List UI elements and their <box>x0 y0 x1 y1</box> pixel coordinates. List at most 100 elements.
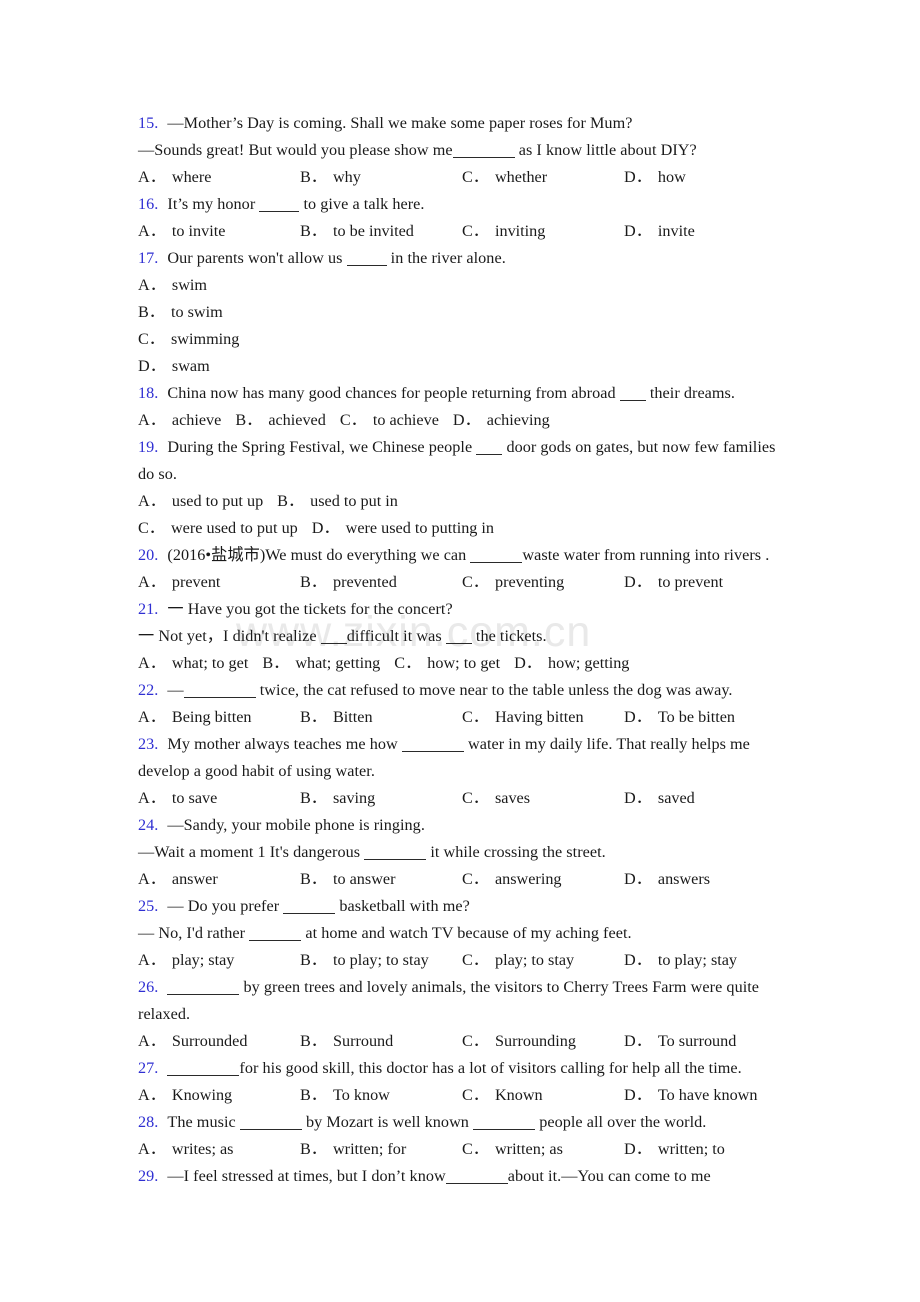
option-b[interactable]: B． used to put in <box>277 488 412 515</box>
option-b-text: To know <box>332 1086 390 1104</box>
option-d[interactable]: D． invite <box>624 218 695 245</box>
option-c[interactable]: C． inviting <box>462 218 624 245</box>
option-a-text: Being bitten <box>171 708 252 726</box>
option-d[interactable]: D． achieving <box>453 407 564 434</box>
option-d[interactable]: D． answers <box>624 866 710 893</box>
option-b[interactable]: B． saving <box>300 785 462 812</box>
question-17-options: A． swim B． to swim C． swimming D． swam <box>138 272 786 380</box>
answer-blank <box>167 1062 240 1076</box>
question-19-stem-head: During the Spring Festival, we Chinese p… <box>167 438 473 456</box>
option-b-text: written; for <box>332 1140 407 1158</box>
question-20-number: 20. <box>138 546 159 564</box>
answer-blank <box>183 684 256 698</box>
question-15-stem-1: —Mother’s Day is coming. Shall we make s… <box>167 114 633 132</box>
option-a[interactable]: A． achieve <box>138 407 235 434</box>
option-a[interactable]: A． to save <box>138 785 300 812</box>
option-b[interactable]: B． achieved <box>235 407 340 434</box>
answer-blank <box>476 441 503 455</box>
question-25-line-1: 25. — Do you prefer basketball with me? <box>138 893 786 920</box>
option-d[interactable]: D． how; getting <box>514 650 643 677</box>
option-c[interactable]: C． were used to put up <box>138 515 312 542</box>
question-15-number: 15. <box>138 114 159 132</box>
answer-blank <box>239 1116 302 1130</box>
option-a[interactable]: A． Surrounded <box>138 1028 300 1055</box>
option-c[interactable]: C． preventing <box>462 569 624 596</box>
option-b[interactable]: B． To know <box>300 1082 462 1109</box>
question-21-line-2: 一 Not yet，I didn't realize difficult it … <box>138 623 786 650</box>
option-c[interactable]: C． Having bitten <box>462 704 624 731</box>
option-c[interactable]: C． how; to get <box>394 650 514 677</box>
option-b[interactable]: B． why <box>300 164 462 191</box>
option-b[interactable]: B． what; getting <box>262 650 394 677</box>
option-b[interactable]: B． Surround <box>300 1028 462 1055</box>
question-28: 28. The music by Mozart is well known peo… <box>138 1109 786 1163</box>
option-b[interactable]: B． to be invited <box>300 218 462 245</box>
option-b[interactable]: B． to swim <box>138 299 786 326</box>
question-25-number: 25. <box>138 897 159 915</box>
option-a[interactable]: A． where <box>138 164 300 191</box>
option-b[interactable]: B． to play; to stay <box>300 947 462 974</box>
option-a[interactable]: A． Being bitten <box>138 704 300 731</box>
option-a[interactable]: A． writes; as <box>138 1136 300 1163</box>
question-25-line-2: — No, I'd rather at home and watch TV be… <box>138 920 786 947</box>
option-a[interactable]: A． to invite <box>138 218 300 245</box>
option-d-text: swam <box>171 357 210 375</box>
option-b[interactable]: B． prevented <box>300 569 462 596</box>
question-28-stem-head: The music <box>167 1113 236 1131</box>
option-d[interactable]: D． To surround <box>624 1028 736 1055</box>
option-c[interactable]: C． written; as <box>462 1136 624 1163</box>
option-b[interactable]: B． to answer <box>300 866 462 893</box>
option-d[interactable]: D． To be bitten <box>624 704 735 731</box>
question-16-stem-head: It’s my honor <box>167 195 256 213</box>
question-25-stem-1-head: — Do you prefer <box>167 897 280 915</box>
question-16: 16. It’s my honor to give a talk here. A．… <box>138 191 786 245</box>
option-d-text: answers <box>657 870 711 888</box>
option-c-text: Having bitten <box>494 708 584 726</box>
option-a[interactable]: A． Knowing <box>138 1082 300 1109</box>
option-c[interactable]: C． saves <box>462 785 624 812</box>
question-20: 20. (2016•盐城市)We must do everything we ca… <box>138 542 786 596</box>
option-c[interactable]: C． to achieve <box>340 407 453 434</box>
question-23: 23. My mother always teaches me how water… <box>138 731 786 812</box>
option-d[interactable]: D． saved <box>624 785 695 812</box>
option-d[interactable]: D． how <box>624 164 686 191</box>
question-16-stem: 16. It’s my honor to give a talk here. <box>138 191 786 218</box>
option-b[interactable]: B． Bitten <box>300 704 462 731</box>
option-d[interactable]: D． written; to <box>624 1136 725 1163</box>
option-a-text: Surrounded <box>171 1032 248 1050</box>
option-c-text: whether <box>494 168 548 186</box>
option-a[interactable]: A． what; to get <box>138 650 262 677</box>
option-b[interactable]: B． written; for <box>300 1136 462 1163</box>
option-a[interactable]: A． prevent <box>138 569 300 596</box>
option-d-text: invite <box>657 222 695 240</box>
option-b-text: to answer <box>332 870 396 888</box>
question-15-stem-2-tail: as I know little about DIY? <box>518 141 697 159</box>
answer-blank <box>249 927 302 941</box>
option-d[interactable]: D． to prevent <box>624 569 723 596</box>
option-d[interactable]: D． To have known <box>624 1082 757 1109</box>
question-27-stem-tail: for his good skill, this doctor has a lo… <box>239 1059 742 1077</box>
option-c-text: Known <box>494 1086 543 1104</box>
option-d-text: achieving <box>486 411 550 429</box>
option-d[interactable]: D． were used to putting in <box>312 515 508 542</box>
question-16-options: A． to invite B． to be invited C． inviting D． in… <box>138 218 786 245</box>
option-c[interactable]: C． answering <box>462 866 624 893</box>
option-c[interactable]: C． play; to stay <box>462 947 624 974</box>
option-c[interactable]: C． Known <box>462 1082 624 1109</box>
option-c[interactable]: C． swimming <box>138 326 786 353</box>
question-18-options: A． achieve B． achieved C． to achieve D． achievi… <box>138 407 786 434</box>
question-23-stem-head: My mother always teaches me how <box>167 735 398 753</box>
option-a[interactable]: A． answer <box>138 866 300 893</box>
option-d-text: saved <box>657 789 695 807</box>
option-c[interactable]: C． Surrounding <box>462 1028 624 1055</box>
question-23-stem: 23. My mother always teaches me how water… <box>138 731 786 785</box>
option-d[interactable]: D． to play; stay <box>624 947 737 974</box>
option-a[interactable]: A． play; stay <box>138 947 300 974</box>
answer-blank <box>259 198 300 212</box>
question-24-line-1: 24. —Sandy, your mobile phone is ringing. <box>138 812 786 839</box>
option-a[interactable]: A． used to put up <box>138 488 277 515</box>
option-d[interactable]: D． swam <box>138 353 786 380</box>
option-a[interactable]: A． swim <box>138 272 786 299</box>
option-c-text: swimming <box>170 330 240 348</box>
option-c[interactable]: C． whether <box>462 164 624 191</box>
